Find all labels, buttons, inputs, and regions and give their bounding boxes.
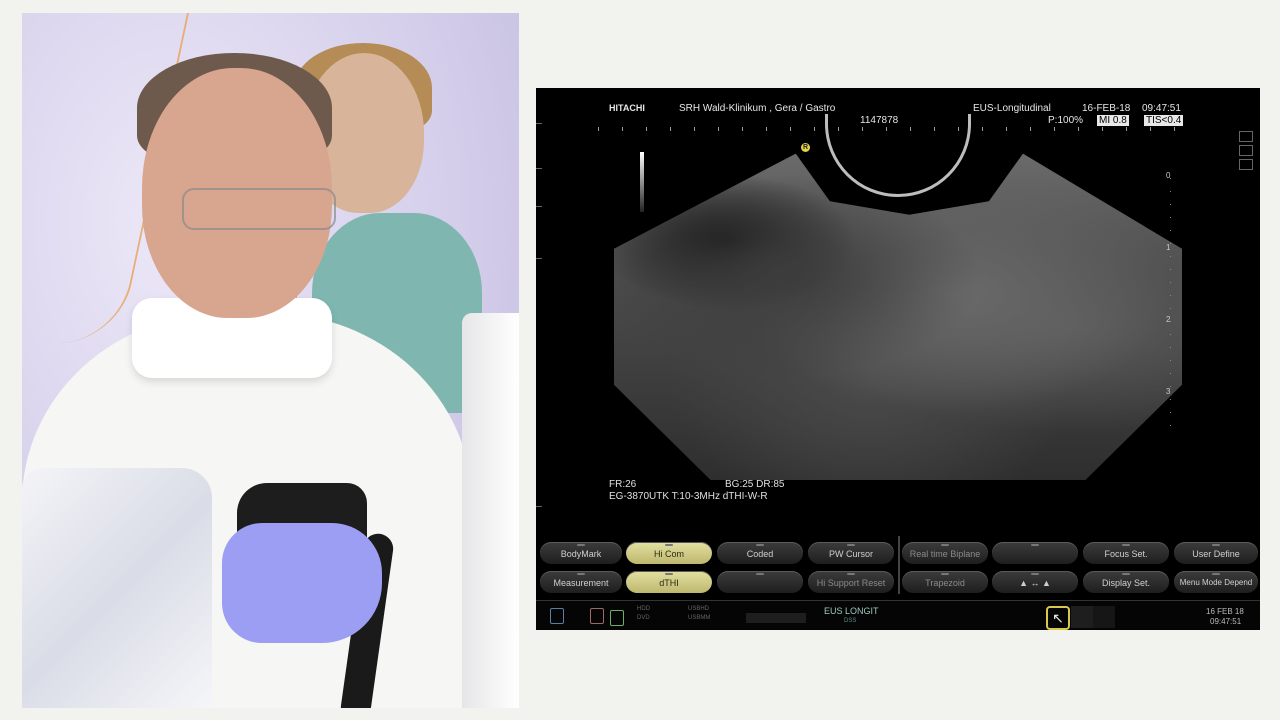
usbhd-label: USBHD	[688, 606, 710, 612]
recorder-icon	[610, 610, 624, 626]
monitor-edge	[462, 313, 519, 708]
mode-label: EUS-Longitudinal	[973, 103, 1051, 114]
camera-video-panel	[22, 13, 519, 708]
side-tick	[536, 506, 542, 507]
empty-slot	[1093, 606, 1115, 628]
print-icon	[1239, 145, 1253, 156]
empty-slot	[1071, 606, 1093, 628]
probe-contact-arc	[825, 114, 971, 197]
media-icon	[590, 608, 604, 624]
glasses	[182, 188, 336, 230]
side-tick	[536, 206, 542, 207]
user-define-button[interactable]: User Define	[1174, 542, 1258, 564]
trapezoid-button[interactable]: Trapezoid	[902, 571, 988, 593]
menu-mode-depend-button[interactable]: Menu Mode Depend	[1174, 571, 1258, 593]
monitor-icon	[550, 608, 564, 624]
side-tick	[536, 123, 542, 124]
orientation-marker: R	[801, 143, 810, 152]
button-divider	[898, 536, 900, 594]
tis-badge: TIS<0.4	[1144, 115, 1184, 126]
depth-label: 2	[1166, 315, 1171, 324]
mode-status: EUS LONGIT	[824, 606, 879, 616]
dthi-button[interactable]: dTHI	[626, 571, 712, 593]
measurement-button[interactable]: Measurement	[540, 571, 622, 593]
progress-field	[746, 613, 806, 623]
display-set-button[interactable]: Display Set.	[1083, 571, 1169, 593]
bodymark-button[interactable]: BodyMark	[540, 542, 622, 564]
side-tick	[536, 168, 542, 169]
probe-info: EG-3870UTK T:10-3MHz dTHI-W-R	[609, 491, 768, 502]
time-label: 09:47:51	[1142, 103, 1181, 114]
status-date: 16 FEB 18	[1206, 607, 1244, 616]
date-label: 16-FEB-18	[1082, 103, 1131, 114]
save-icon	[1239, 131, 1253, 142]
mi-badge: MI 0.8	[1097, 115, 1129, 126]
realtime-biplane-button[interactable]: Real time Biplane	[902, 542, 988, 564]
focus-set-button[interactable]: Focus Set.	[1083, 542, 1169, 564]
side-tick	[536, 258, 542, 259]
depth-label: 0	[1166, 171, 1171, 180]
depth-scale	[1170, 178, 1171, 438]
dss-label: DSS	[844, 618, 857, 624]
empty-button[interactable]	[717, 571, 803, 593]
brand-label: HITACHI	[609, 103, 645, 113]
site-label: SRH Wald-Klinikum , Gera / Gastro	[679, 103, 836, 114]
gain-dynamic-range: BG:25 DR:85	[725, 479, 785, 490]
steer-button[interactable]: ▲ ↔ ▲	[992, 571, 1078, 593]
coded-button[interactable]: Coded	[717, 542, 803, 564]
grayscale-bar	[640, 152, 644, 212]
ultrasound-screen: HITACHI SRH Wald-Klinikum , Gera / Gastr…	[536, 88, 1260, 630]
export-icon	[1239, 159, 1253, 170]
power-label: P:100%	[1048, 115, 1084, 126]
side-icons	[1239, 131, 1253, 173]
hi-com-button[interactable]: Hi Com	[626, 542, 712, 564]
hdd-label: HDD	[637, 606, 650, 612]
gloved-hand	[222, 523, 382, 643]
hi-support-reset-button[interactable]: Hi Support Reset	[808, 571, 894, 593]
dvd-label: DVD	[637, 615, 650, 621]
status-time: 09:47:51	[1210, 617, 1242, 626]
frame-rate: FR:26	[609, 479, 637, 490]
pointer-button[interactable]: ↖	[1046, 606, 1070, 630]
empty-button[interactable]	[992, 542, 1078, 564]
pw-cursor-button[interactable]: PW Cursor	[808, 542, 894, 564]
depth-label: 1	[1166, 243, 1171, 252]
plastic-cover	[22, 468, 212, 708]
depth-label: 3	[1166, 387, 1171, 396]
usbmem-label: USBMM	[688, 615, 711, 621]
